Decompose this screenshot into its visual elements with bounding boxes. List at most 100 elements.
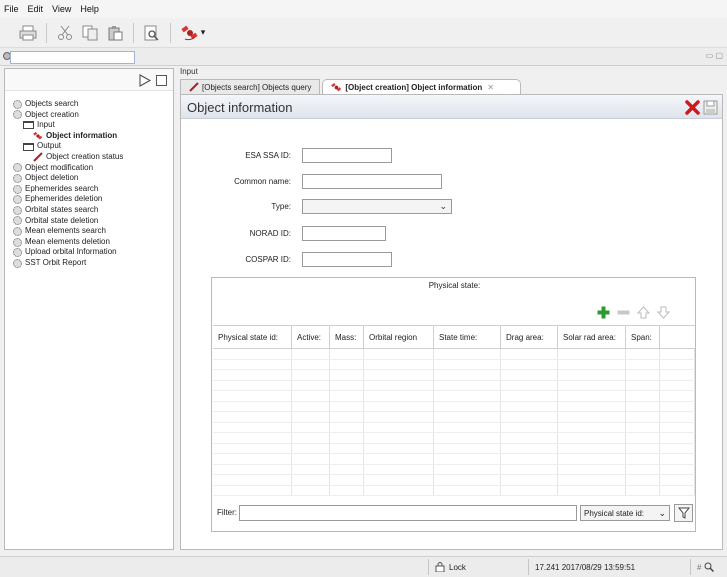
tree-item[interactable]: Mean elements deletion <box>5 237 173 248</box>
hash-icon: # <box>697 562 702 572</box>
column-header[interactable]: Drag area: <box>501 326 558 348</box>
minimize-icon[interactable]: ▭ ▢ <box>706 51 723 60</box>
tree-item-label: Objects search <box>25 99 79 108</box>
tree-item[interactable]: Object creation status <box>5 152 173 163</box>
table-row-empty <box>213 422 695 433</box>
column-header[interactable]: State time: <box>434 326 501 348</box>
table-row-empty <box>213 475 695 486</box>
toolbar-separator <box>46 22 47 43</box>
gear-icon <box>13 99 25 109</box>
tree-item[interactable]: Object modification <box>5 163 173 174</box>
satellite-icon <box>181 25 198 40</box>
filter-column-select[interactable]: Physical state id: ⌄ <box>580 505 670 521</box>
tree-item[interactable]: Ephemerides deletion <box>5 194 173 205</box>
filter-label: Filter: <box>217 508 237 517</box>
gear-icon <box>13 110 25 120</box>
lock-label: Lock <box>449 562 466 572</box>
tree-item[interactable]: Input <box>5 120 173 131</box>
stop-icon[interactable] <box>156 75 167 86</box>
column-header-filler <box>660 326 695 348</box>
table-row-empty <box>213 485 695 496</box>
satellite-dropdown-button[interactable]: ▾ <box>179 23 207 43</box>
column-header[interactable]: Solar rad area: <box>558 326 626 348</box>
paste-button[interactable] <box>105 23 125 43</box>
tree-item[interactable]: Object information <box>5 131 173 142</box>
remove-physical-state-button[interactable] <box>616 305 631 320</box>
norad-id-field[interactable] <box>302 226 386 241</box>
toolbar-separator <box>170 22 171 43</box>
satellite-icon <box>331 82 342 91</box>
save-icon[interactable] <box>703 100 718 115</box>
tab-object-information[interactable]: [Object creation] Object information ✕ <box>322 79 521 94</box>
type-select[interactable]: ⌄ <box>302 199 452 214</box>
chevron-down-icon: ▾ <box>200 27 206 37</box>
tree-item[interactable]: Mean elements search <box>5 226 173 237</box>
tree-item-label: Object deletion <box>25 173 79 183</box>
gear-icon <box>13 195 25 205</box>
apply-filter-button[interactable] <box>674 504 693 522</box>
column-header[interactable]: Physical state id: <box>213 326 292 348</box>
print-button[interactable] <box>18 23 38 43</box>
plus-icon <box>597 306 610 319</box>
cospar-id-label: COSPAR ID: <box>245 255 291 264</box>
menu-bar: File Edit View Help <box>0 0 727 18</box>
add-physical-state-button[interactable] <box>596 305 611 320</box>
move-up-button[interactable] <box>636 305 651 320</box>
menu-file[interactable]: File <box>4 4 19 14</box>
physical-state-group: Physical state: Physical state id: Active… <box>211 277 696 532</box>
filter-input[interactable] <box>239 505 577 521</box>
table-row-empty <box>213 433 695 444</box>
copy-button[interactable] <box>80 23 100 43</box>
folder-icon <box>23 121 37 130</box>
tab-label: [Objects search] Objects query <box>202 82 312 92</box>
lock-status[interactable]: Lock <box>428 559 524 575</box>
menu-edit[interactable]: Edit <box>28 4 44 14</box>
play-icon[interactable] <box>138 74 151 87</box>
lock-icon <box>435 562 445 572</box>
tree-item[interactable]: Object creation <box>5 110 173 121</box>
column-header[interactable]: Mass: <box>330 326 364 348</box>
gear-icon <box>13 258 25 268</box>
column-header[interactable]: Active: <box>292 326 330 348</box>
tree-item-label: Object creation status <box>46 151 124 161</box>
table-row-empty <box>213 349 695 360</box>
chevron-down-icon: ⌄ <box>439 201 447 211</box>
column-header[interactable]: Span: <box>626 326 660 348</box>
satellite-icon <box>33 131 46 141</box>
common-name-field[interactable] <box>302 174 442 189</box>
table-row-empty <box>213 359 695 370</box>
filter-icon <box>677 507 690 519</box>
tree-item[interactable]: Output <box>5 141 173 152</box>
filter-column-value: Physical state id: <box>584 509 645 518</box>
esa-ssa-id-field[interactable] <box>302 148 392 163</box>
esa-ssa-id-label: ESA SSA ID: <box>245 151 291 160</box>
tree-item[interactable]: Objects search <box>5 99 173 110</box>
menu-view[interactable]: View <box>52 4 71 14</box>
table-row-empty <box>213 464 695 475</box>
editor-header: Object information <box>181 95 722 119</box>
tree-item[interactable]: Ephemerides search <box>5 184 173 195</box>
cut-button[interactable] <box>55 23 75 43</box>
tree-item[interactable]: Orbital state deletion <box>5 216 173 227</box>
column-header[interactable]: Orbital region <box>364 326 434 348</box>
tree-item[interactable]: Object deletion <box>5 173 173 184</box>
gear-icon <box>13 216 25 226</box>
toolbar-separator <box>133 22 134 43</box>
table-row-empty <box>213 391 695 402</box>
zoom-icon[interactable] <box>704 562 715 572</box>
preview-button[interactable] <box>142 23 162 43</box>
tree-item[interactable]: Orbital states search <box>5 205 173 216</box>
close-icon[interactable] <box>685 100 700 115</box>
pencil-icon <box>33 152 46 162</box>
table-row-empty <box>213 443 695 454</box>
tree-item-label: Orbital state deletion <box>25 215 99 225</box>
cospar-id-field[interactable] <box>302 252 392 267</box>
perspective-switcher[interactable] <box>10 51 135 64</box>
move-down-button[interactable] <box>656 305 671 320</box>
tab-objects-query[interactable]: [Objects search] Objects query <box>180 79 321 94</box>
close-tab-icon[interactable]: ✕ <box>487 83 494 92</box>
tree-item-label: Upload orbital Information <box>25 247 117 257</box>
menu-help[interactable]: Help <box>80 4 99 14</box>
tree-item[interactable]: Upload orbital Information <box>5 247 173 258</box>
tree-item[interactable]: SST Orbit Report <box>5 258 173 269</box>
